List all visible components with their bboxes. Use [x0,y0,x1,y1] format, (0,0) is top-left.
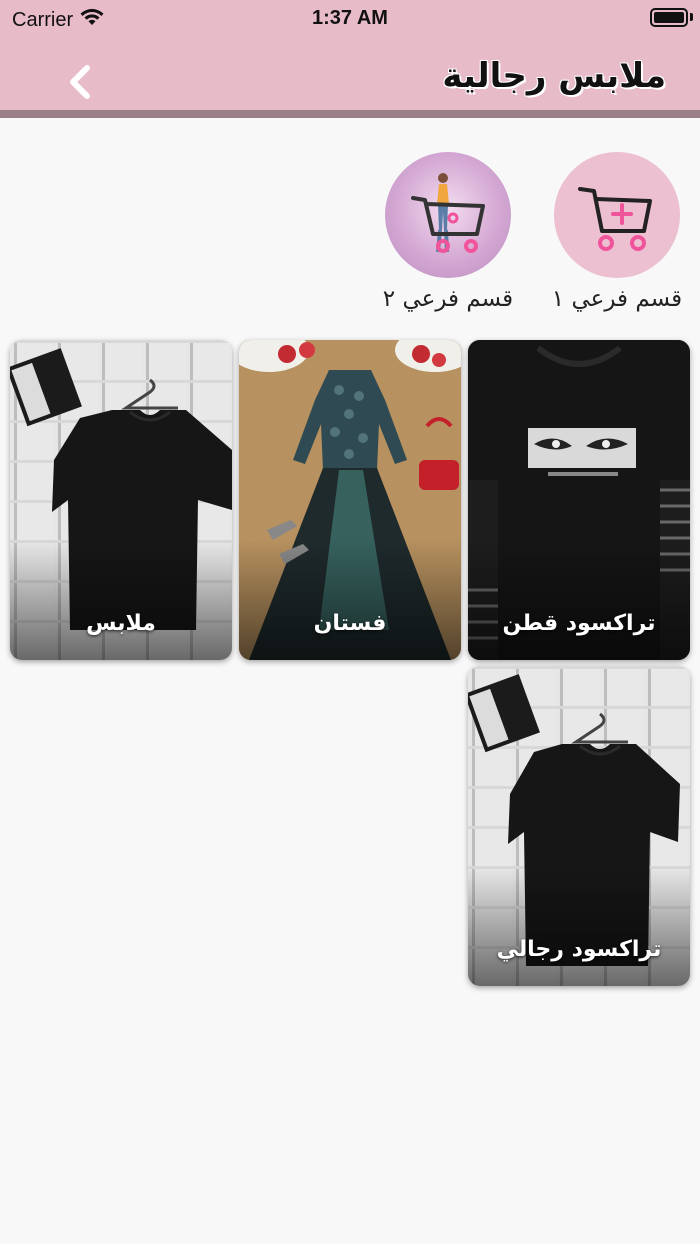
battery-tip [690,13,693,21]
cart-shopper-icon [411,173,485,253]
header-divider [0,110,700,118]
product-card-2[interactable]: فستان [239,340,461,660]
product-4-title: تراكسود رجالي [496,937,662,962]
product-card-4[interactable]: تراكسود رجالي [468,666,690,986]
chevron-left-icon [70,65,90,99]
product-1-shade [468,540,690,660]
subcategory-2-image [385,152,511,278]
product-2-title: فستان [313,611,387,636]
product-3-shade [10,540,232,660]
subcategory-2-label: قسم فرعي ٢ [382,286,514,312]
back-button[interactable] [60,60,100,104]
product-3-title: ملابس [86,611,156,636]
nav-header: Carrier 1:37 AM ملابس رجالية [0,0,700,110]
subcategory-1-image [554,152,680,278]
product-card-3[interactable]: ملابس [10,340,232,660]
battery-icon [650,8,688,27]
subcategory-2[interactable]: قسم فرعي ٢ [363,152,533,312]
page-title: ملابس رجالية [442,56,666,96]
product-2-shade [239,540,461,660]
product-card-1[interactable]: تراكسود قطن [468,340,690,660]
subcategory-1[interactable]: قسم فرعي ١ [532,152,700,312]
product-4-shade [468,866,690,986]
status-time: 1:37 AM [312,7,388,29]
subcategory-1-label: قسم فرعي ١ [551,286,683,312]
product-1-title: تراكسود قطن [502,611,656,636]
cart-plus-icon [578,187,652,251]
